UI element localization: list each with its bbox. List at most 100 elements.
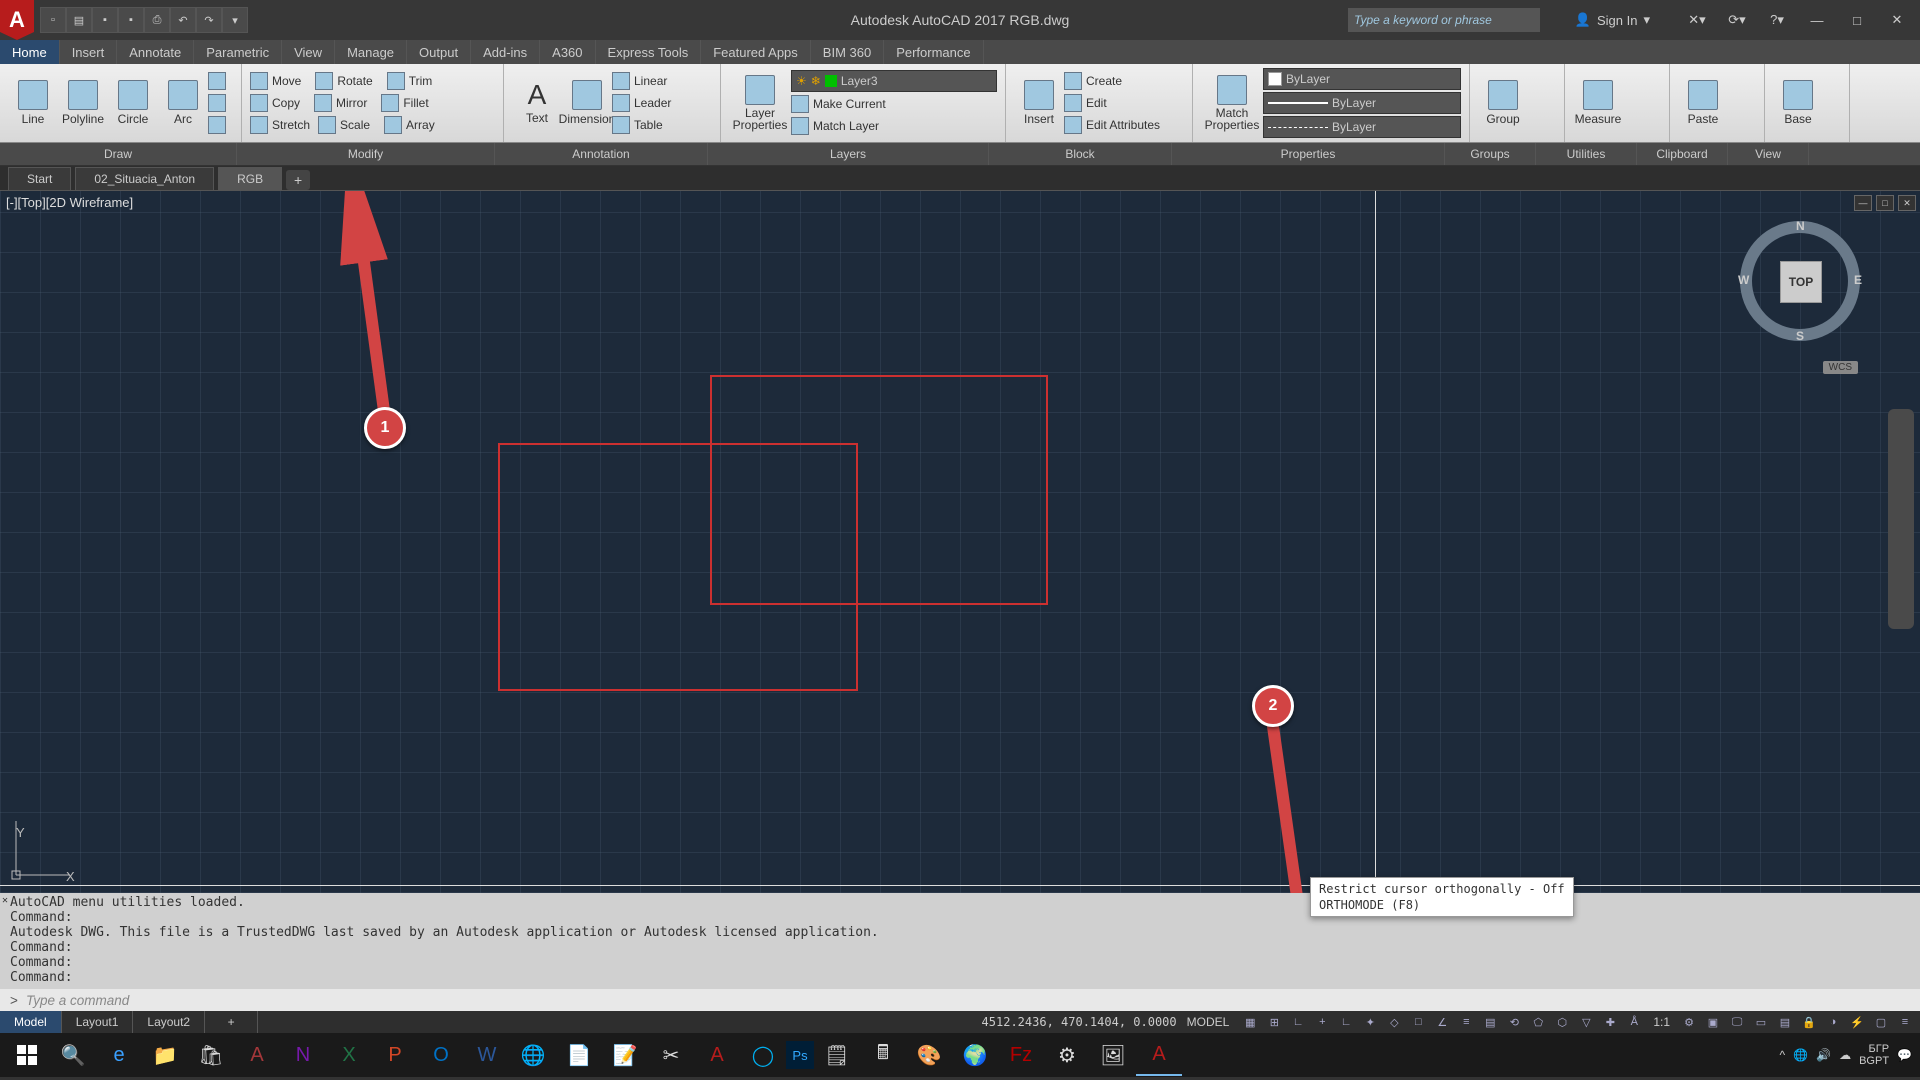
boundary-icon[interactable] <box>208 116 226 134</box>
copy-icon[interactable] <box>250 94 268 112</box>
tb-calc-icon[interactable]: 🖩 <box>860 1035 906 1075</box>
ortho-toggle-icon[interactable]: ∟ <box>1335 1013 1357 1031</box>
gizmo-icon[interactable]: ✚ <box>1599 1013 1621 1031</box>
app-logo[interactable]: A <box>0 0 34 40</box>
otrack-toggle-icon[interactable]: ∠ <box>1431 1013 1453 1031</box>
gear-icon[interactable]: ⚙ <box>1678 1013 1700 1031</box>
lineweight-combo[interactable]: ByLayer <box>1263 92 1461 114</box>
close-button[interactable]: ✕ <box>1880 8 1914 32</box>
file-tab-start[interactable]: Start <box>8 167 71 190</box>
tb-edge-icon[interactable]: e <box>96 1035 142 1075</box>
layout-tab-model[interactable]: Model <box>0 1011 62 1033</box>
tab-performance[interactable]: Performance <box>884 40 983 64</box>
qat-undo-icon[interactable]: ↶ <box>170 7 196 33</box>
isolate-icon[interactable]: ◑ <box>1822 1013 1844 1031</box>
match-props-button[interactable]: Match Properties <box>1201 75 1263 131</box>
qat-saveas-icon[interactable]: ▪ <box>118 7 144 33</box>
tray-notifications-icon[interactable]: 💬 <box>1897 1048 1912 1062</box>
hw-accel-icon[interactable]: ⚡ <box>1846 1013 1868 1031</box>
lock-ui-icon[interactable]: 🔒 <box>1798 1013 1820 1031</box>
tb-excel-icon[interactable]: X <box>326 1035 372 1075</box>
filter-icon[interactable]: ▽ <box>1575 1013 1597 1031</box>
add-tab-button[interactable]: + <box>286 170 310 190</box>
add-layout-button[interactable]: + <box>205 1011 258 1033</box>
polar-toggle-icon[interactable]: ✦ <box>1359 1013 1381 1031</box>
rect-icon[interactable] <box>208 72 226 90</box>
tb-skype-icon[interactable]: ◯ <box>740 1035 786 1075</box>
qat-plot-icon[interactable]: ⎙ <box>144 7 170 33</box>
layout-tab-2[interactable]: Layout2 <box>133 1011 205 1033</box>
tb-autocad-task-icon[interactable]: A <box>694 1035 740 1075</box>
tab-output[interactable]: Output <box>407 40 471 64</box>
command-input[interactable]: Type a command <box>0 989 1920 1011</box>
tab-annotate[interactable]: Annotate <box>117 40 194 64</box>
grid-toggle-icon[interactable]: ▦ <box>1239 1013 1261 1031</box>
iso-toggle-icon[interactable]: ◇ <box>1383 1013 1405 1031</box>
paste-button[interactable]: Paste <box>1678 80 1728 126</box>
quick-prop-icon[interactable]: ▤ <box>1774 1013 1796 1031</box>
snap-toggle-icon[interactable]: ⊞ <box>1263 1013 1285 1031</box>
stretch-icon[interactable] <box>250 116 268 134</box>
search-task-icon[interactable]: 🔍 <box>50 1035 96 1075</box>
layer-props-button[interactable]: Layer Properties <box>729 75 791 131</box>
customize-icon[interactable]: ≡ <box>1894 1013 1916 1031</box>
tray-onedrive-icon[interactable]: ☁ <box>1839 1048 1851 1062</box>
geom-rect-2[interactable] <box>710 375 1048 605</box>
tb-pictures-icon[interactable]: 🖼 <box>1090 1035 1136 1075</box>
qat-redo-icon[interactable]: ↷ <box>196 7 222 33</box>
mirror-icon[interactable] <box>314 94 332 112</box>
panel-name-block[interactable]: Block <box>989 143 1172 165</box>
tb-notepad-icon[interactable]: 📝 <box>602 1035 648 1075</box>
text-button[interactable]: AText <box>512 81 562 125</box>
tb-docs-icon[interactable]: 📄 <box>556 1035 602 1075</box>
tb-filezilla-icon[interactable]: Fz <box>998 1035 1044 1075</box>
ws-icon[interactable]: ▣ <box>1702 1013 1724 1031</box>
tab-a360[interactable]: A360 <box>540 40 595 64</box>
tray-volume-icon[interactable]: 🔊 <box>1816 1048 1831 1062</box>
tab-featured[interactable]: Featured Apps <box>701 40 811 64</box>
transparency-icon[interactable]: ▤ <box>1479 1013 1501 1031</box>
maximize-button[interactable]: □ <box>1840 8 1874 32</box>
monitor-icon[interactable]: 🖵 <box>1726 1013 1748 1031</box>
panel-name-properties[interactable]: Properties <box>1172 143 1445 165</box>
cmd-close-icon[interactable]: ✕ <box>2 893 16 908</box>
tab-view[interactable]: View <box>282 40 335 64</box>
match-layer-icon[interactable] <box>791 117 809 135</box>
3d-osnap-icon[interactable]: ⬠ <box>1527 1013 1549 1031</box>
tb-chrome-icon[interactable]: 🌐 <box>510 1035 556 1075</box>
cube-face[interactable]: TOP <box>1780 261 1822 303</box>
panel-name-annotation[interactable]: Annotation <box>495 143 708 165</box>
panel-name-clipboard[interactable]: Clipboard <box>1637 143 1728 165</box>
tb-outlook-icon[interactable]: O <box>418 1035 464 1075</box>
polyline-button[interactable]: Polyline <box>58 80 108 126</box>
command-history[interactable]: ✕ AutoCAD menu utilities loaded. Command… <box>0 893 1920 989</box>
tb-access-icon[interactable]: A <box>234 1035 280 1075</box>
array-icon[interactable] <box>384 116 402 134</box>
table-icon[interactable] <box>612 116 630 134</box>
insert-button[interactable]: Insert <box>1014 80 1064 126</box>
dyn-toggle-icon[interactable]: + <box>1311 1013 1333 1031</box>
drawing-canvas[interactable]: [-][Top][2D Wireframe] — □ ✕ 1 2 Y X TOP… <box>0 191 1920 893</box>
edit-block-icon[interactable] <box>1064 94 1082 112</box>
tb-onenote-icon[interactable]: N <box>280 1035 326 1075</box>
move-icon[interactable] <box>250 72 268 90</box>
panel-name-layers[interactable]: Layers <box>708 143 989 165</box>
base-button[interactable]: Base <box>1773 80 1823 126</box>
view-cube[interactable]: TOP N S E W WCS <box>1740 221 1860 341</box>
scale-icon[interactable] <box>318 116 336 134</box>
color-combo[interactable]: ByLayer <box>1263 68 1461 90</box>
start-button[interactable] <box>4 1035 50 1075</box>
linear-icon[interactable] <box>612 72 630 90</box>
arc-button[interactable]: Arc <box>158 80 208 126</box>
tab-insert[interactable]: Insert <box>60 40 118 64</box>
tb-paint-icon[interactable]: 🎨 <box>906 1035 952 1075</box>
viewport-label[interactable]: [-][Top][2D Wireframe] <box>6 195 133 210</box>
linetype-combo[interactable]: ByLayer <box>1263 116 1461 138</box>
qat-open-icon[interactable]: ▤ <box>66 7 92 33</box>
tb-store-icon[interactable]: 🛍 <box>188 1035 234 1075</box>
tb-globe-icon[interactable]: 🌍 <box>952 1035 998 1075</box>
tab-manage[interactable]: Manage <box>335 40 407 64</box>
qat-save-icon[interactable]: ▪ <box>92 7 118 33</box>
file-tab-rgb[interactable]: RGB <box>218 167 282 190</box>
panel-name-view[interactable]: View <box>1728 143 1809 165</box>
